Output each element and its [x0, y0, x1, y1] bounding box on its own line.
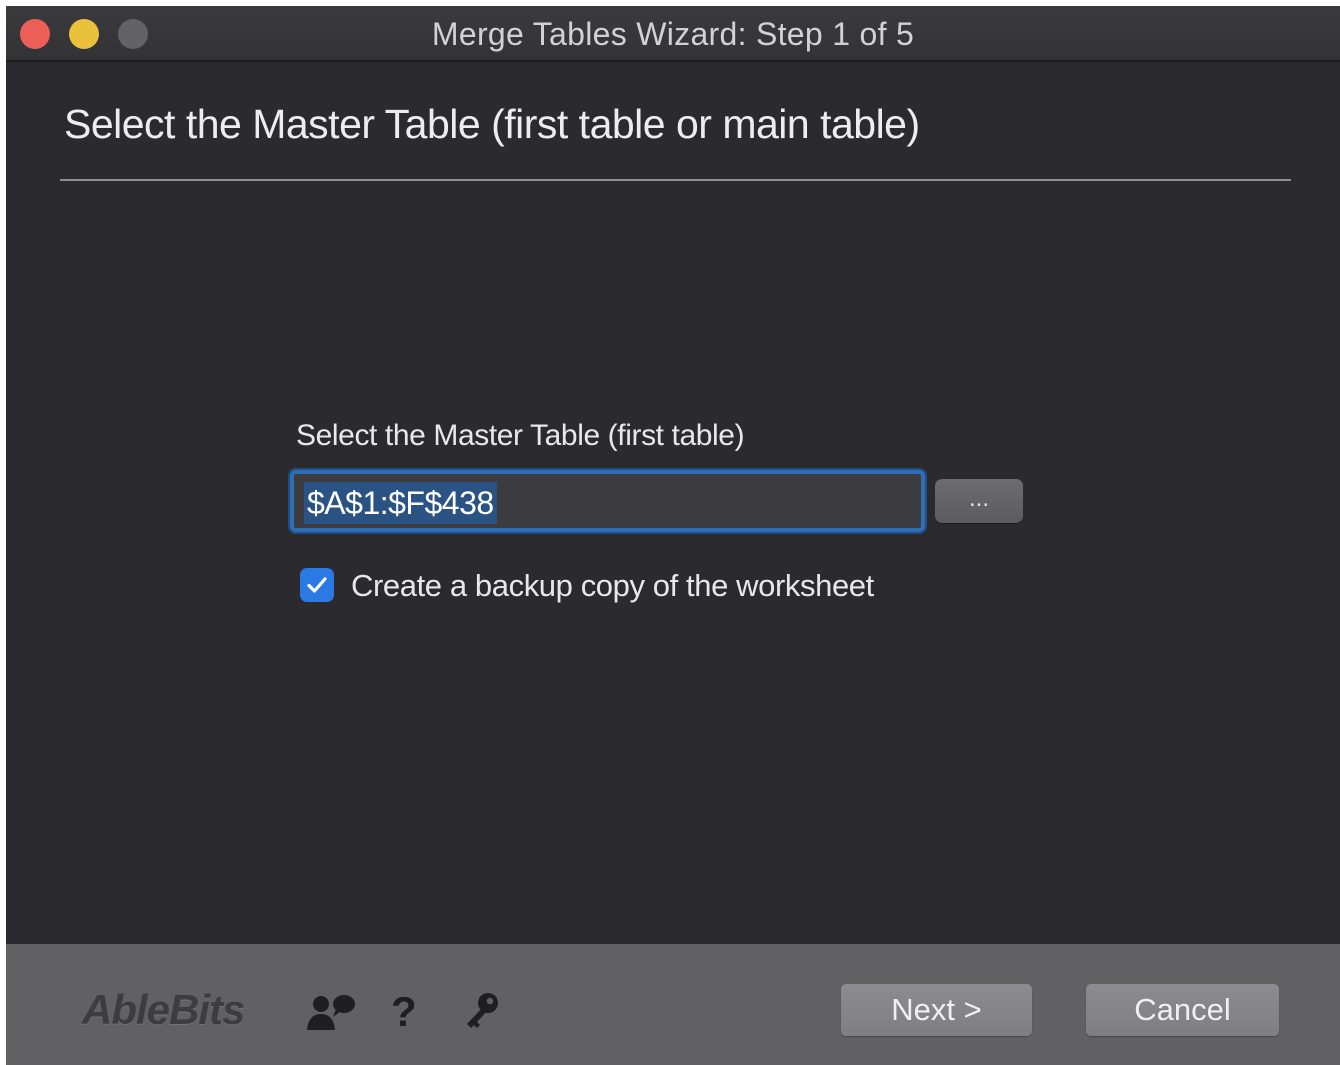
ablebits-logo: AbleBits	[82, 986, 245, 1033]
window-title: Merge Tables Wizard: Step 1 of 5	[431, 16, 915, 52]
master-table-label: Select the Master Table (first table)	[296, 419, 745, 452]
cancel-button[interactable]: Cancel	[1086, 984, 1279, 1036]
title-bar: Merge Tables Wizard: Step 1 of 5	[6, 6, 1340, 62]
checkmark-icon	[307, 577, 327, 593]
next-button[interactable]: Next >	[841, 984, 1032, 1036]
wizard-window: Merge Tables Wizard: Step 1 of 5 Select …	[6, 6, 1340, 1065]
backup-checkbox[interactable]	[300, 568, 334, 602]
community-icon[interactable]	[306, 992, 358, 1032]
key-icon[interactable]	[462, 990, 502, 1034]
range-value-text[interactable]: $A$1:$F$438	[304, 482, 497, 524]
select-range-button[interactable]: ...	[935, 479, 1023, 523]
heading-divider	[60, 179, 1291, 181]
page-heading: Select the Master Table (first table or …	[64, 101, 920, 147]
footer-bar: AbleBits ? Next > Cancel	[6, 944, 1340, 1065]
help-icon[interactable]: ?	[391, 988, 417, 1036]
master-table-range-input[interactable]: $A$1:$F$438	[290, 470, 925, 532]
backup-checkbox-label[interactable]: Create a backup copy of the worksheet	[351, 568, 874, 604]
